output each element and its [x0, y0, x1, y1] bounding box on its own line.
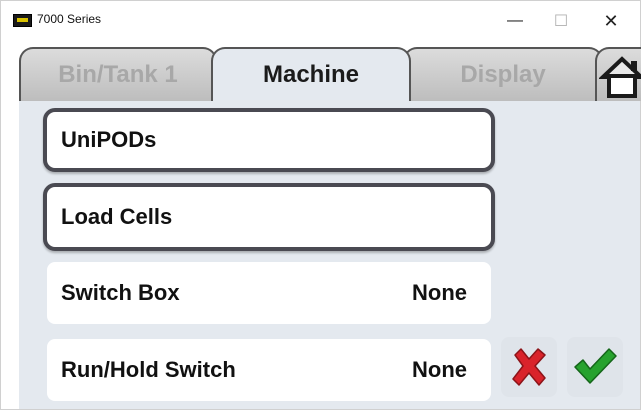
title-bar[interactable]: 7000 Series — ☐ ✕ [1, 1, 640, 41]
tab-bin-tank-1[interactable]: Bin/Tank 1 [19, 47, 217, 101]
cancel-x-icon [512, 348, 546, 386]
switch-box-value: None [412, 280, 467, 305]
minimize-button[interactable]: — [495, 7, 535, 35]
cancel-button[interactable] [501, 337, 557, 397]
app-icon [13, 14, 32, 27]
unipods-button[interactable]: UniPODs [43, 108, 495, 172]
load-cells-label: Load Cells [61, 204, 173, 229]
machine-settings-panel: UniPODs Load Cells Switch Box None Run/H… [19, 101, 640, 409]
checkmark-icon [574, 348, 617, 384]
app-window: 7000 Series — ☐ ✕ Bin/Tank 1 Display Mac… [0, 0, 641, 410]
window-title: 7000 Series [37, 12, 102, 26]
tab-strip: Bin/Tank 1 Display Machine [1, 41, 641, 101]
switch-box-setting[interactable]: Switch Box None [47, 262, 491, 324]
run-hold-switch-label: Run/Hold Switch [61, 357, 236, 382]
switch-box-label: Switch Box [61, 280, 180, 305]
run-hold-switch-setting[interactable]: Run/Hold Switch None [47, 339, 491, 401]
maximize-button[interactable]: ☐ [541, 7, 581, 35]
load-cells-button[interactable]: Load Cells [43, 183, 495, 251]
home-icon [599, 56, 641, 98]
run-hold-switch-value: None [412, 357, 467, 382]
tab-display[interactable]: Display [403, 47, 603, 101]
unipods-label: UniPODs [61, 127, 157, 152]
tab-home[interactable] [595, 47, 641, 101]
tab-machine[interactable]: Machine [211, 47, 411, 101]
ok-button[interactable] [567, 337, 623, 397]
close-button[interactable]: ✕ [591, 7, 631, 35]
